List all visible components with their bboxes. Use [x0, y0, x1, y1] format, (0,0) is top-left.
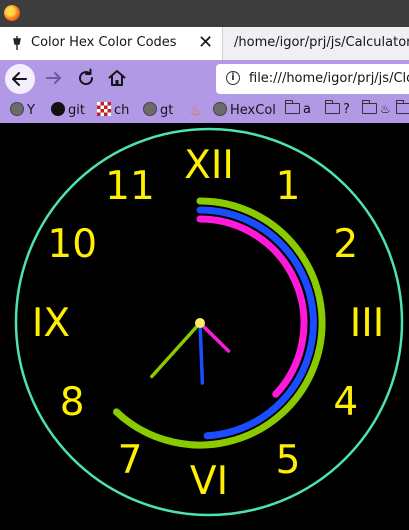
globe-icon — [10, 102, 24, 116]
close-tab-icon[interactable]: ✕ — [198, 33, 213, 53]
clock-numeral: 11 — [105, 164, 155, 209]
folder-icon — [361, 100, 377, 114]
tab-calculator[interactable]: /home/igor/prj/js/Calculator/ind — [224, 27, 409, 60]
tab-bar: Color Hex Color Codes ✕ /home/igor/prj/j… — [0, 27, 409, 60]
bookmark-folder-4[interactable] — [395, 100, 409, 120]
home-icon — [108, 70, 126, 86]
bookmark-folder-3[interactable]: ♨ — [361, 100, 391, 120]
clock-numeral: 2 — [333, 222, 358, 267]
bookmark-label: ? — [343, 102, 350, 117]
clock-numeral: 5 — [276, 438, 301, 483]
minute-hand — [198, 321, 205, 385]
clock-numeral: 7 — [118, 438, 143, 483]
reload-button[interactable] — [74, 66, 98, 90]
bookmark-label: HexCol — [230, 103, 276, 118]
globe-icon — [213, 102, 227, 116]
tab-label: Color Hex Color Codes — [31, 35, 177, 50]
globe-icon — [143, 102, 157, 116]
folder-icon — [284, 100, 300, 114]
bookmark-folder-a[interactable]: a — [284, 100, 311, 120]
hour-hand — [198, 321, 231, 353]
arrow-left-icon — [12, 72, 27, 86]
clock-numeral: 10 — [47, 222, 97, 267]
tab-color-hex[interactable]: Color Hex Color Codes ✕ — [0, 27, 223, 60]
bookmark-label: git — [68, 103, 85, 118]
analog-clock: XII 12 III 45 VI 78 IX 1011 — [14, 127, 404, 517]
hours-arc — [196, 215, 308, 398]
bookmarks-toolbar: Y git ch gt ♨ HexCol a ? ♨ — [0, 98, 409, 123]
bookmark-folder-q[interactable]: ? — [324, 100, 350, 120]
clock-canvas: XII 1 2 III 4 5 VI 7 8 IX 10 11 — [0, 123, 409, 530]
bookmark-label: ch — [114, 103, 130, 118]
info-icon[interactable]: i — [226, 71, 240, 85]
bookmark-ch[interactable]: ch — [97, 102, 129, 120]
forward-button[interactable] — [42, 66, 66, 90]
pin-icon — [13, 36, 21, 50]
home-button[interactable] — [105, 66, 129, 90]
folder-icon — [324, 100, 340, 114]
clock-numeral: 4 — [333, 380, 358, 425]
title-bar — [0, 0, 409, 27]
bookmark-git[interactable]: git — [51, 102, 85, 120]
firefox-logo-icon — [4, 5, 20, 21]
reload-icon — [79, 68, 94, 86]
clock-center-dot — [195, 318, 205, 328]
chess-icon — [97, 102, 111, 116]
java-icon: ♨ — [190, 104, 202, 119]
bookmark-hexcol[interactable]: HexCol — [213, 102, 276, 120]
clock-numeral: VI — [190, 459, 228, 504]
navigation-toolbar: i file:///home/igor/prj/js/Clock/ — [0, 60, 409, 98]
clock-numeral: 1 — [276, 164, 301, 209]
bookmark-label: Y — [27, 103, 35, 118]
clock-numerals: XII 12 III 45 VI 78 IX 1011 — [32, 143, 384, 504]
back-button[interactable] — [5, 64, 35, 94]
second-hand — [150, 321, 202, 379]
folder-icon — [395, 100, 409, 114]
url-text[interactable]: file:///home/igor/prj/js/Clock/ — [249, 71, 409, 86]
clock-numeral: XII — [184, 143, 234, 188]
arrow-right-icon — [46, 72, 61, 84]
clock-numeral: III — [350, 301, 385, 346]
github-icon — [51, 102, 65, 116]
address-bar[interactable]: i file:///home/igor/prj/js/Clock/ — [216, 64, 409, 94]
bookmark-java[interactable]: ♨ — [190, 102, 205, 120]
bookmark-label: gt — [160, 103, 174, 118]
clock-numeral: 8 — [60, 380, 85, 425]
clock-numeral: IX — [32, 301, 70, 346]
tab-label: /home/igor/prj/js/Calculator/ind — [234, 35, 409, 50]
java-icon: ♨ — [380, 102, 391, 116]
bookmark-label: a — [303, 102, 311, 117]
bookmark-gt[interactable]: gt — [143, 102, 173, 120]
bookmark-y[interactable]: Y — [10, 102, 35, 120]
seconds-arc — [113, 197, 326, 449]
